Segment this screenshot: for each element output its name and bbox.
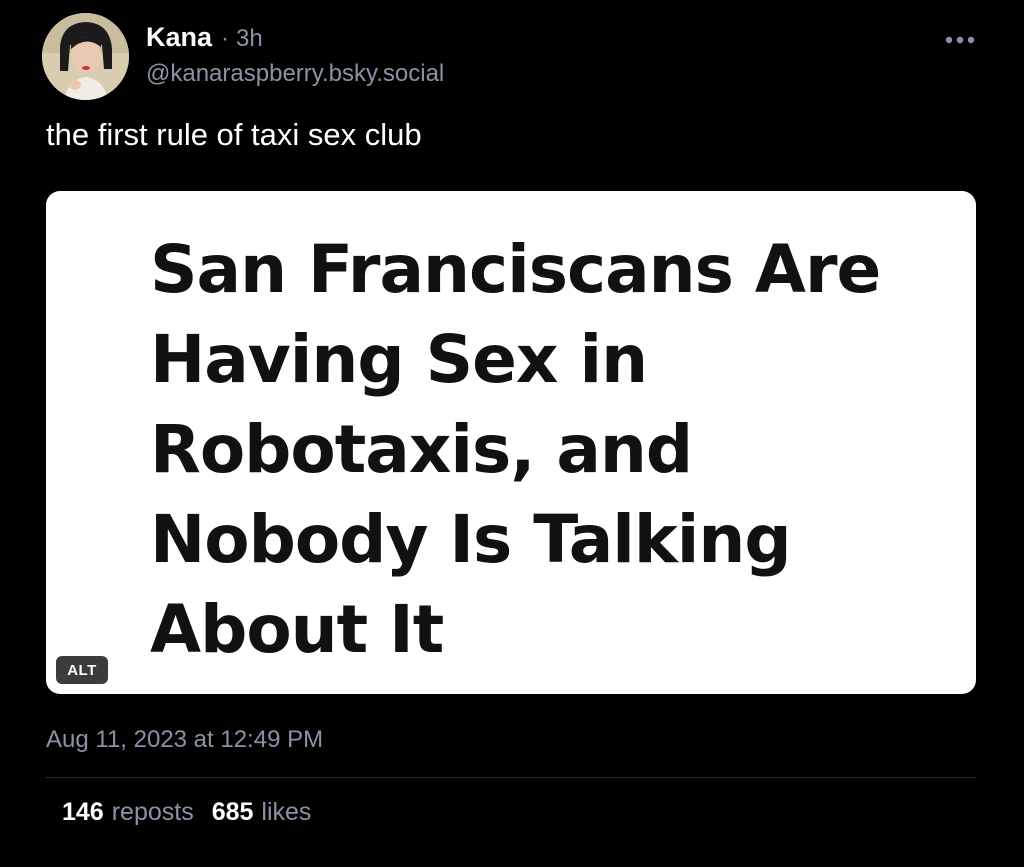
- reposts-count: 146: [62, 798, 104, 826]
- separator-dot: ·: [221, 25, 230, 52]
- headline-line: Robotaxis, and: [150, 411, 693, 488]
- engagement-stats: 146 reposts 685 likes: [62, 798, 329, 827]
- reposts-stat[interactable]: 146 reposts: [62, 798, 194, 827]
- headline-line: San Franciscans Are: [150, 231, 881, 308]
- alt-text-badge[interactable]: ALT: [56, 656, 108, 684]
- avatar[interactable]: [42, 13, 129, 100]
- article-headline: San Franciscans Are Having Sex in Robota…: [150, 225, 950, 675]
- author-display-name[interactable]: Kana: [146, 22, 212, 53]
- likes-label: likes: [261, 798, 312, 826]
- author-handle[interactable]: @kanaraspberry.bsky.social: [146, 60, 444, 88]
- embedded-image[interactable]: San Franciscans Are Having Sex in Robota…: [46, 191, 976, 694]
- post-timestamp: Aug 11, 2023 at 12:49 PM: [46, 726, 324, 753]
- reposts-label: reposts: [111, 798, 194, 826]
- post-time-ago[interactable]: 3h: [236, 25, 263, 53]
- headline-line: About It: [150, 591, 444, 668]
- more-horizontal-icon: [945, 36, 975, 44]
- divider: [46, 777, 976, 778]
- more-options-button[interactable]: [940, 26, 980, 54]
- headline-line: Having Sex in: [150, 321, 648, 398]
- likes-stat[interactable]: 685 likes: [212, 798, 312, 827]
- avatar-image: [42, 13, 129, 100]
- post: Kana · 3h @kanaraspberry.bsky.social the…: [0, 0, 1024, 867]
- author-row: Kana · 3h: [146, 22, 263, 56]
- post-text: the first rule of taxi sex club: [46, 117, 422, 152]
- headline-line: Nobody Is Talking: [150, 501, 792, 578]
- likes-count: 685: [211, 798, 254, 826]
